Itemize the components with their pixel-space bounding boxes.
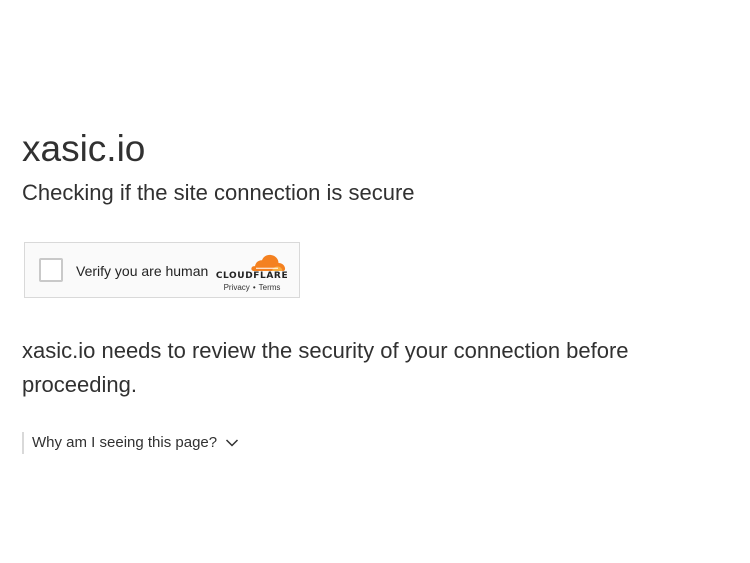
- page-subtitle: Checking if the site connection is secur…: [22, 180, 415, 205]
- cloudflare-wordmark: CLOUDFLARE: [215, 271, 289, 281]
- terms-link[interactable]: Terms: [259, 283, 281, 292]
- page: xasic.io Checking if the site connection…: [0, 0, 750, 563]
- chevron-down-icon: [226, 439, 239, 447]
- why-seeing-page-label: Why am I seeing this page?: [32, 434, 218, 451]
- security-message: xasic.io needs to review the security of…: [22, 338, 629, 397]
- site-title: xasic.io: [22, 128, 146, 169]
- brand-links: Privacy • Terms: [214, 283, 290, 293]
- verify-checkbox[interactable]: [39, 258, 63, 282]
- turnstile-widget: Verify you are human CLOUDFLARE Privacy •…: [24, 242, 300, 298]
- verify-label[interactable]: Verify you are human: [76, 263, 208, 279]
- link-separator: •: [252, 283, 256, 292]
- privacy-link[interactable]: Privacy: [224, 283, 250, 292]
- cloudflare-brand: CLOUDFLARE Privacy • Terms: [214, 253, 290, 293]
- why-seeing-page-toggle[interactable]: Why am I seeing this page?: [22, 432, 239, 454]
